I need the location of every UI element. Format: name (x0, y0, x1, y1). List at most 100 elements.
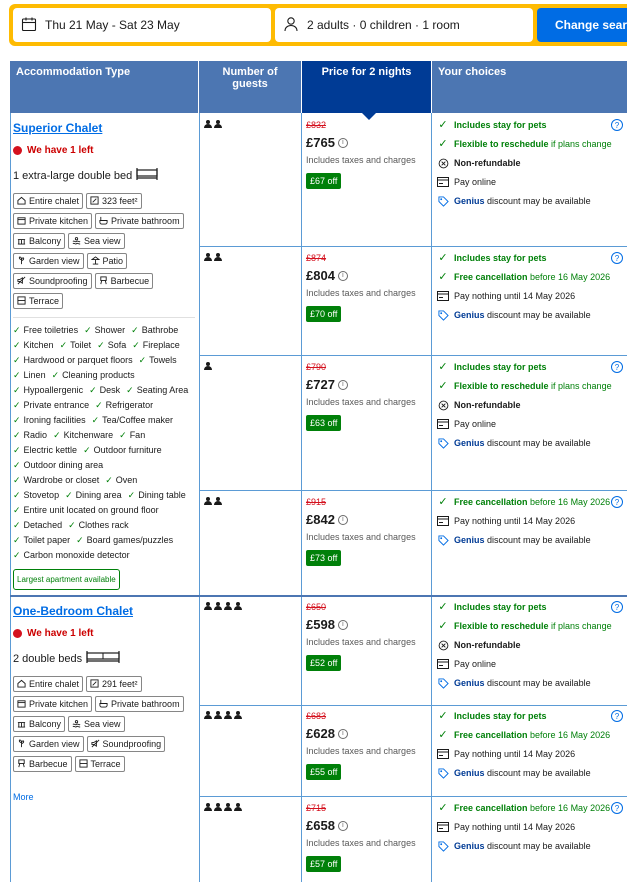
choice-detail: discount may be available (484, 310, 591, 320)
row-divider (199, 796, 627, 797)
current-price: £598 i (306, 617, 428, 632)
row-divider (199, 355, 627, 356)
choice-text: Flexible to reschedule if plans change (454, 621, 612, 632)
question-mark-icon[interactable]: ? (611, 802, 623, 814)
person-icon (204, 711, 213, 719)
choice-text: Genius discount may be available (454, 841, 591, 852)
question-mark-icon[interactable]: ? (611, 601, 623, 613)
question-mark-icon[interactable]: ? (611, 119, 623, 131)
sea-view-icon (72, 719, 84, 730)
tag-terrace: Terrace (74, 756, 125, 772)
question-mark-icon[interactable]: ? (611, 361, 623, 373)
choice-detail: before 16 May 2026 (527, 803, 611, 813)
more-link[interactable]: More (13, 792, 195, 802)
taxes-note: Includes taxes and charges (306, 746, 416, 756)
non-refundable-icon (436, 400, 450, 411)
question-mark-icon[interactable]: ? (611, 496, 623, 508)
price-value: £658 (306, 818, 335, 833)
choice-item: Genius discount may be available (436, 535, 626, 546)
room-superior-chalet: Superior Chalet We have 1 left 1 extra-l… (13, 121, 195, 590)
choice-item: Pay nothing until 14 May 2026 (436, 291, 626, 302)
tag-private-bathroom: Private bathroom (95, 213, 184, 229)
guest-count-icons (204, 253, 223, 261)
check-icon: ✓ (438, 361, 448, 373)
question-mark-icon[interactable]: ? (611, 252, 623, 264)
facility: Sofa (97, 338, 127, 353)
info-icon[interactable]: i (337, 514, 348, 525)
check-icon: ✓ (438, 802, 448, 814)
tag-icon (436, 310, 450, 321)
taxes-note: Includes taxes and charges (306, 288, 416, 298)
info-icon[interactable]: i (337, 270, 348, 281)
info-icon[interactable]: i (337, 728, 348, 739)
price-cell: £832 £765 i Includes taxes and charges £67 o… (306, 120, 428, 189)
change-search-button[interactable]: Change search (537, 8, 627, 42)
garden-view-icon (17, 738, 29, 750)
tag-terrace: Terrace (13, 293, 64, 309)
choice-detail: discount may be available (484, 678, 591, 688)
info-icon[interactable]: i (337, 379, 348, 390)
choice-text: Genius discount may be available (454, 678, 591, 689)
choice-highlight: Includes stay for pets (454, 120, 547, 130)
choice-detail: discount may be available (484, 438, 591, 448)
discount-badge: £73 off (306, 550, 342, 566)
choice-detail: Pay online (454, 659, 497, 669)
check-icon: ✓ (438, 119, 448, 131)
choice-text: Non-refundable (454, 640, 521, 651)
price-value: £628 (306, 726, 335, 741)
info-icon[interactable]: i (337, 137, 348, 148)
facility: Detached (13, 518, 63, 533)
tag-entire-chalet: Entire chalet (13, 193, 84, 209)
guest-count-icons (204, 803, 243, 811)
question-mark-icon[interactable]: ? (611, 710, 623, 722)
room-name-link[interactable]: One-Bedroom Chalet (13, 604, 195, 618)
column-divider (431, 113, 432, 882)
choice-detail: discount may be available (484, 535, 591, 545)
tag-icon (436, 196, 450, 207)
choice-text: Genius discount may be available (454, 535, 591, 546)
price-cell: £650 £598 i Includes taxes and charges £52 o… (306, 602, 428, 671)
room-name-link[interactable]: Superior Chalet (13, 121, 195, 135)
info-icon[interactable]: i (337, 619, 348, 630)
choice-item: Pay online (436, 419, 626, 430)
choice-highlight: Genius (454, 535, 485, 545)
header-number-of-guests: Number of guests (199, 61, 302, 113)
tag-patio: Patio (86, 253, 128, 269)
tag-private-kitchen: Private kitchen (13, 213, 93, 229)
date-picker[interactable]: Thu 21 May - Sat 23 May (13, 8, 271, 42)
person-icon (214, 120, 223, 128)
facility: Bathrobe (131, 323, 179, 338)
current-price: £765 i (306, 135, 428, 150)
tag-sea-view: Sea view (68, 233, 125, 249)
room-amenity-tags: Entire chalet 323 feet² Private kitchen … (13, 193, 195, 309)
tag-soundproofing: Soundproofing (13, 273, 92, 289)
facility: Seating Area (126, 383, 189, 398)
original-price: £874 (306, 253, 327, 263)
choice-text: Free cancellation before 16 May 2026 (454, 497, 610, 508)
tag-barbecue: Barbecue (94, 273, 154, 289)
choice-detail: Pay online (454, 177, 497, 187)
bed-text: 1 extra-large double bed (13, 169, 133, 182)
check-icon: ✓ (438, 710, 448, 722)
facility: Kitchen (13, 338, 54, 353)
facility: Wardrobe or closet (13, 473, 100, 488)
balcony-icon (17, 719, 29, 730)
choice-item: Genius discount may be available (436, 678, 626, 689)
choice-highlight: Includes stay for pets (454, 711, 547, 721)
your-choices-cell: ✓ Includes stay for pets ✓ Flexible to resc… (436, 120, 626, 215)
person-icon (214, 253, 223, 261)
tag-private-kitchen: Private kitchen (13, 696, 93, 712)
guests-picker[interactable]: 2 adults · 0 children · 1 room (275, 8, 533, 42)
choice-item: ✓ Includes stay for pets (436, 362, 626, 373)
choice-item: Pay online (436, 659, 626, 670)
facility: Dining table (128, 488, 186, 503)
facility: Hypoallergenic (13, 383, 84, 398)
price-value: £727 (306, 377, 335, 392)
room-divider (10, 595, 627, 597)
person-icon (234, 803, 243, 811)
info-icon[interactable]: i (337, 820, 348, 831)
choice-item: ✓ Flexible to reschedule if plans change (436, 621, 626, 632)
divider (13, 317, 195, 318)
price-cell: £874 £804 i Includes taxes and charges £70 o… (306, 253, 428, 322)
check-icon: ✓ (438, 496, 448, 508)
